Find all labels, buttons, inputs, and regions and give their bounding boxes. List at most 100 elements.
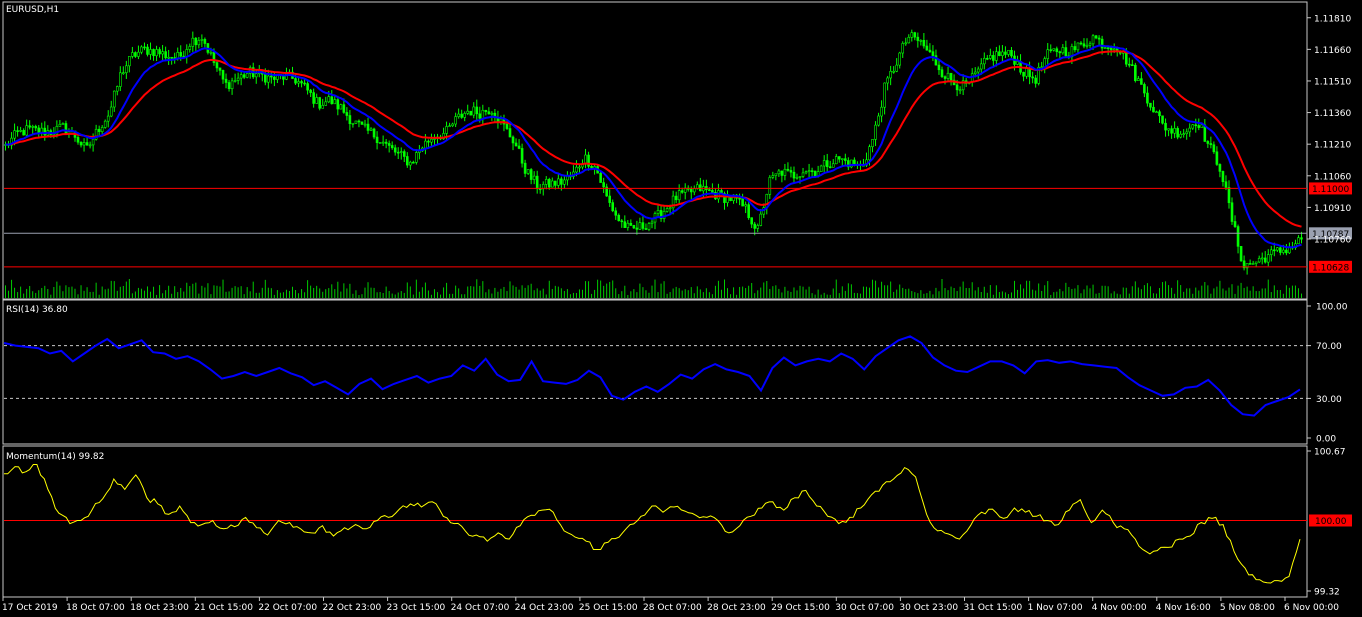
candle-body — [463, 113, 466, 118]
candle-body — [469, 110, 473, 116]
candle-body — [547, 178, 551, 188]
candle-body — [514, 142, 518, 147]
candle-body — [550, 180, 554, 188]
candle-body — [342, 104, 346, 113]
candle-body — [242, 74, 246, 78]
candle-body — [532, 175, 536, 180]
candle-body — [1221, 171, 1225, 183]
time-tick-label: 18 Oct 23:00 — [130, 603, 189, 613]
candle-body — [34, 126, 38, 129]
candle-body — [390, 145, 394, 149]
rsi-tick-label: 70.00 — [1316, 342, 1342, 352]
candle-body — [590, 166, 593, 169]
price-tick-label: 1.11510 — [1314, 77, 1351, 87]
candle-body — [602, 182, 605, 188]
candle-body — [677, 190, 681, 201]
time-tick-label: 28 Oct 07:00 — [643, 603, 702, 613]
candle-body — [264, 73, 267, 83]
candle-body — [620, 220, 624, 223]
candle-body — [1152, 106, 1155, 113]
candle-body — [508, 128, 512, 138]
time-tick-label: 30 Oct 07:00 — [835, 603, 894, 613]
candle-body — [744, 204, 747, 207]
candle-body — [668, 207, 672, 210]
candle-body — [1155, 111, 1158, 114]
candle-body — [750, 217, 753, 225]
candle-body — [819, 165, 823, 172]
candle-body — [895, 64, 898, 72]
time-tick-label: 24 Oct 07:00 — [451, 603, 510, 613]
candle-body — [339, 104, 343, 110]
candle-body — [1046, 49, 1050, 59]
candle-body — [91, 138, 95, 146]
price-tick-label: 1.11360 — [1314, 109, 1351, 119]
candle-body — [780, 170, 784, 176]
candle-body — [490, 112, 494, 115]
candle-body — [946, 72, 950, 79]
candle-body — [925, 45, 929, 51]
candle-body — [327, 96, 331, 103]
candle-body — [1034, 77, 1037, 84]
candle-body — [484, 109, 488, 112]
candle-body — [1127, 63, 1131, 66]
candle-body — [979, 63, 983, 70]
candle-body — [1215, 151, 1219, 165]
candle-body — [771, 175, 775, 178]
candle-body — [774, 173, 778, 176]
momentum-title: Momentum(14) 99.82 — [6, 452, 104, 462]
candle-body — [1188, 127, 1192, 133]
candle-body — [892, 70, 895, 73]
candle-body — [415, 152, 418, 163]
candle-body — [194, 37, 198, 46]
candle-body — [1273, 249, 1276, 252]
candle-body — [19, 130, 22, 132]
candle-body — [1233, 221, 1237, 227]
candle-body — [617, 214, 621, 222]
candle-body — [868, 146, 871, 161]
candle-body — [131, 52, 134, 57]
candle-body — [1143, 84, 1146, 94]
candle-body — [1016, 61, 1019, 65]
candle-body — [218, 67, 222, 71]
candle-body — [303, 82, 306, 85]
candle-body — [427, 140, 430, 143]
candle-body — [221, 70, 225, 80]
candle-body — [1085, 44, 1089, 47]
candle-body — [837, 156, 841, 160]
candle-body — [125, 65, 128, 73]
candle-body — [828, 166, 832, 169]
candle-body — [372, 128, 376, 138]
candle-body — [611, 202, 615, 212]
candle-body — [505, 123, 509, 129]
candle-body — [699, 184, 702, 192]
price-tick-label: 1.11060 — [1314, 172, 1351, 182]
candle-body — [1082, 43, 1086, 47]
price-tick-label: 1.11810 — [1314, 14, 1351, 24]
candle-body — [318, 97, 321, 109]
candle-body — [937, 64, 941, 71]
time-tick-label: 23 Oct 15:00 — [387, 603, 446, 613]
candle-body — [1170, 128, 1173, 134]
candle-body — [1146, 92, 1149, 104]
candle-body — [922, 40, 926, 47]
candle-body — [560, 178, 563, 185]
candle-body — [557, 178, 560, 186]
candle-body — [384, 141, 388, 144]
candle-body — [1206, 141, 1210, 144]
candle-body — [176, 52, 180, 59]
candle-body — [402, 151, 406, 157]
rsi-title: RSI(14) 36.80 — [6, 305, 68, 315]
chart-window[interactable]: EURUSD,H1 1.110001.107871.10628 1.118101… — [0, 0, 1362, 617]
candle-body — [1167, 128, 1170, 131]
candle-body — [759, 213, 763, 226]
candle-body — [197, 40, 201, 46]
time-tick-label: 4 Nov 16:00 — [1156, 603, 1211, 613]
candle-body — [880, 106, 883, 117]
candle-body — [511, 136, 515, 144]
candle-body — [1282, 249, 1285, 253]
candle-body — [641, 222, 645, 229]
candle-body — [777, 170, 781, 175]
candle-body — [351, 122, 355, 125]
candle-body — [1097, 37, 1101, 40]
candle-body — [457, 113, 460, 117]
